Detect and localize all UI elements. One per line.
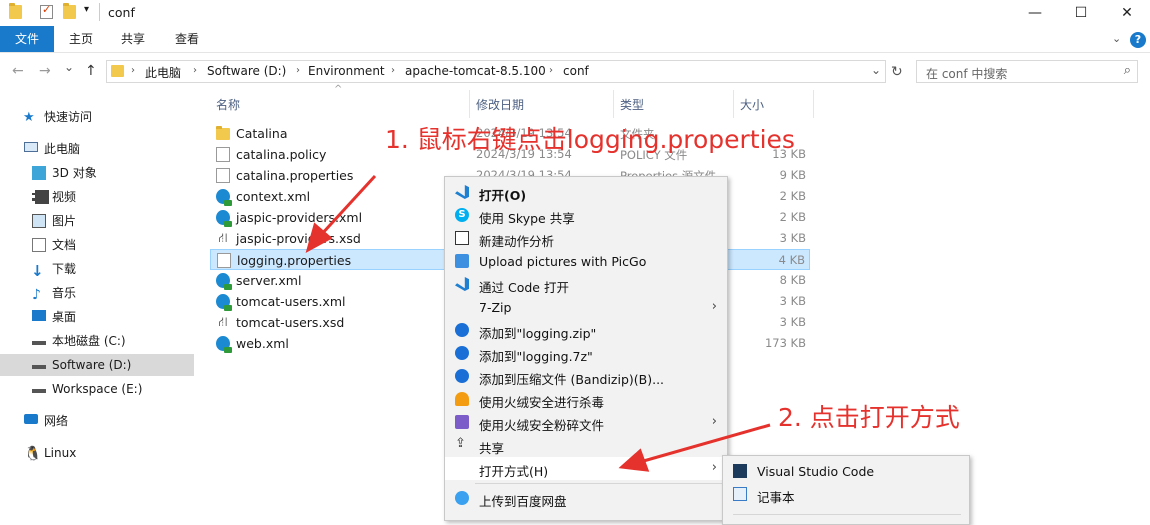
arrow-to-open-with	[639, 423, 771, 464]
arrow-to-logging-properties	[318, 174, 377, 238]
annotation-arrows	[305, 174, 771, 472]
arrowhead-2	[618, 448, 650, 472]
